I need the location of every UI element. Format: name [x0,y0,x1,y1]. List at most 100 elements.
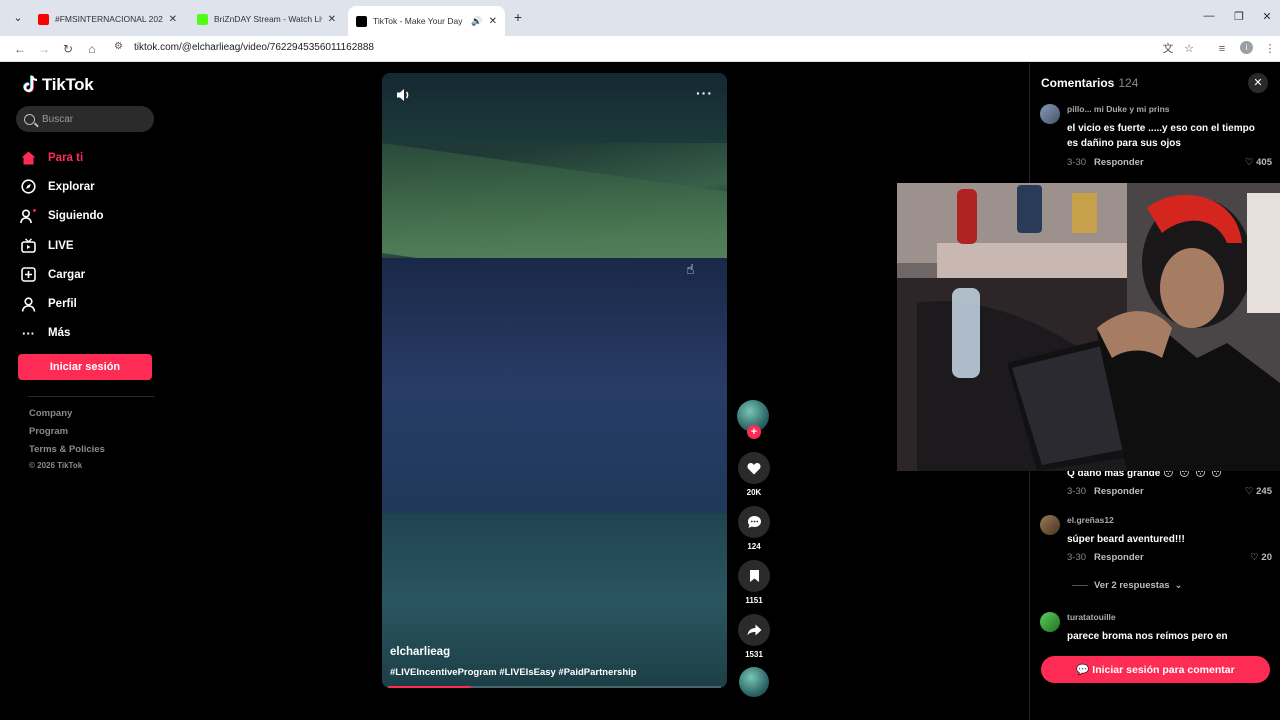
save-action[interactable]: 1151 [737,560,771,605]
footer-link-terms[interactable]: Terms & Policies [29,444,105,462]
comment-username[interactable]: pillo... mi Duke y mi prins [1067,104,1170,114]
sidebar-item-label: Cargar [48,268,86,281]
tab-title: BriZnDAY Stream - Watch Live o [214,14,322,24]
browser-tab-brizn[interactable]: BriZnDAY Stream - Watch Live o ✕ [189,6,344,32]
translate-icon[interactable]: 文 [1160,41,1176,57]
browser-tab-tiktok[interactable]: TikTok - Make Your Day 🔊 ✕ [348,6,505,36]
comment-item: pillo... mi Duke y mi prins el vicio es … [1040,104,1272,174]
video-action-bar: + 20K 124 1151 1531 [737,400,771,697]
share-icon[interactable] [738,614,770,646]
browser-profile-icon[interactable]: i [1240,41,1253,54]
comment-like[interactable]: ♡ 20 [1250,552,1272,563]
tab-close-icon[interactable]: ✕ [489,16,497,27]
comment-meta: 3-30 Responder [1067,157,1144,168]
tab-close-icon[interactable]: ✕ [328,14,336,25]
window-close-icon[interactable]: ✕ [1259,10,1275,23]
reply-button[interactable]: Responder [1094,552,1144,563]
follow-plus-icon[interactable]: + [747,425,761,439]
following-icon [20,208,37,225]
video-author[interactable]: elcharlieag [390,646,450,658]
sidebar-item-perfil[interactable]: Perfil [20,289,104,318]
video-player[interactable]: ··· elcharlieag #LIVEIncentiveProgram #L… [382,73,727,688]
tiktok-favicon-icon [356,15,367,27]
login-button[interactable]: Iniciar sesión [18,354,152,380]
sidebar-item-para-ti[interactable]: Para ti [20,143,104,172]
comments-header: Comentarios 124 [1041,76,1138,90]
live-icon [20,237,37,254]
comment-date: 3-30 [1067,486,1087,497]
login-to-comment-button[interactable]: 💬 Iniciar sesión para comentar [1041,656,1270,683]
comment-like[interactable]: ♡ 405 [1245,157,1272,168]
site-info-icon[interactable]: ⚙ [114,41,123,52]
comment-count: 124 [747,542,761,551]
address-bar[interactable]: tiktok.com/@elcharlieag/video/7622945356… [134,42,374,53]
video-progress-bar[interactable] [388,686,721,688]
comment-icon[interactable] [738,506,770,538]
sidebar-item-explorar[interactable]: Explorar [20,172,104,201]
home-icon [20,149,37,166]
search-input[interactable] [42,113,142,125]
webcam-image [897,183,1280,471]
comment-action[interactable]: 124 [737,506,771,551]
volume-icon[interactable] [396,87,412,103]
forward-icon[interactable]: → [35,40,53,58]
tab-list-icon[interactable]: ⌄ [8,8,28,28]
reply-button[interactable]: Responder [1094,157,1144,168]
author-avatar[interactable]: + [737,400,769,439]
comment-avatar[interactable] [1040,104,1060,124]
upload-icon [20,266,37,283]
webcam-overlay [897,183,1280,471]
media-controls-icon[interactable]: ≡ [1214,41,1230,57]
sidebar-item-label: Para ti [48,151,84,164]
comment-like-count: 405 [1256,157,1272,168]
bookmark-icon[interactable] [738,560,770,592]
bookmark-star-icon[interactable]: ☆ [1181,41,1197,57]
like-action[interactable]: 20K [737,452,771,497]
comment-text: súper beard aventured!!! [1067,534,1185,545]
video-caption[interactable]: #LIVEIncentiveProgram #LIVEIsEasy #PaidP… [390,667,637,678]
comment-username[interactable]: turatatouille [1067,612,1116,622]
video-frame-region [382,258,727,518]
view-replies-label: Ver 2 respuestas [1094,580,1170,591]
comment-meta: 3-30 Responder [1067,486,1144,497]
comment-like[interactable]: ♡ 245 [1245,486,1272,497]
sidebar-nav: Para ti Explorar Siguiendo LIVE Cargar P… [20,143,104,348]
sidebar-item-cargar[interactable]: Cargar [20,260,104,289]
back-icon[interactable]: ← [11,40,29,58]
minimize-icon[interactable]: — [1201,10,1217,22]
restore-icon[interactable]: ❐ [1231,10,1247,23]
search-box[interactable] [16,106,154,132]
save-count: 1151 [745,596,763,605]
replies-divider [1072,585,1088,586]
video-more-icon[interactable]: ··· [696,85,713,101]
view-replies-button[interactable]: Ver 2 respuestas ⌄ [1072,580,1183,591]
footer-links: Company Program Terms & Policies [29,408,105,462]
footer-link-company[interactable]: Company [29,408,105,426]
reload-icon[interactable]: ↻ [59,40,77,58]
music-disc-avatar[interactable] [739,667,769,697]
share-action[interactable]: 1531 [737,614,771,659]
comment-like-count: 20 [1261,552,1272,563]
sidebar-item-live[interactable]: LIVE [20,231,104,260]
browser-menu-icon[interactable]: ⋮ [1262,41,1278,57]
browser-tab-fms[interactable]: #FMSINTERNACIONAL 2025/26 ✕ [30,6,185,32]
home-browser-icon[interactable]: ⌂ [83,40,101,58]
audio-playing-icon[interactable]: 🔊 [471,16,482,27]
tab-close-icon[interactable]: ✕ [169,14,177,25]
tiktok-logo[interactable]: TikTok [22,75,94,95]
sidebar-item-mas[interactable]: ··· Más [20,319,104,348]
footer-link-program[interactable]: Program [29,426,105,444]
reply-button[interactable]: Responder [1094,486,1144,497]
heart-icon[interactable] [738,452,770,484]
comment-meta: 3-30 Responder [1067,552,1144,563]
comment-avatar[interactable] [1040,515,1060,535]
youtube-favicon-icon [38,13,49,25]
browser-tabbar: ⌄ #FMSINTERNACIONAL 2025/26 ✕ BriZnDAY S… [0,0,1280,36]
comment-avatar[interactable] [1040,612,1060,632]
comment-username[interactable]: el.greñas12 [1067,515,1114,525]
video-progress-fill [388,686,472,688]
close-comments-icon[interactable]: ✕ [1248,73,1268,93]
sidebar-item-siguiendo[interactable]: Siguiendo [20,202,104,231]
comment-text: el vicio es fuerte .....y eso con el tie… [1067,123,1255,149]
new-tab-icon[interactable]: + [510,9,526,25]
